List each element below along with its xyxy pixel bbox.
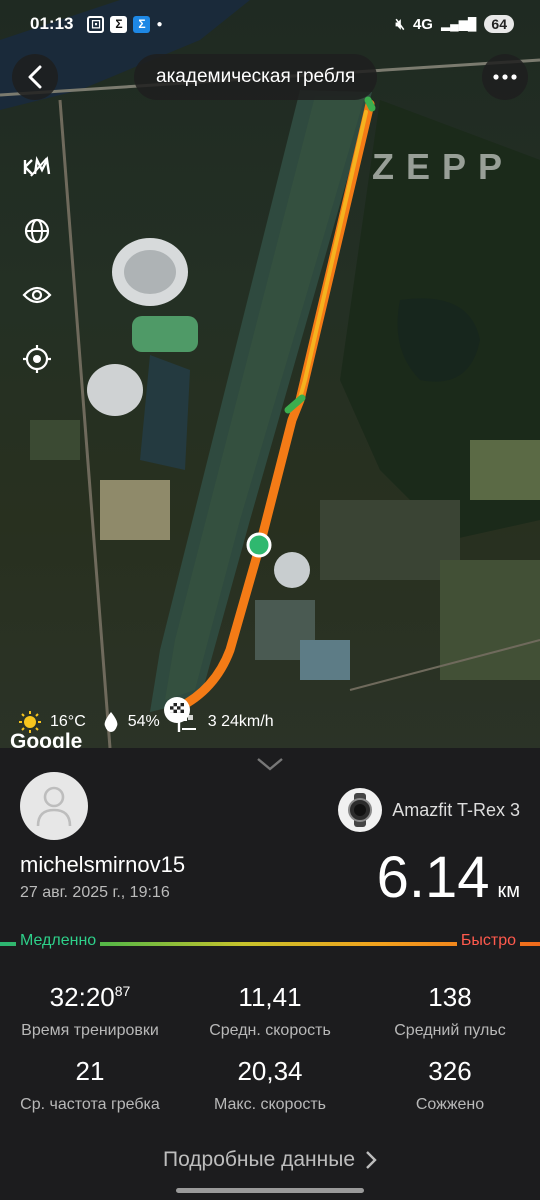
chevron-down-icon [257,758,283,771]
network-type: 4G [412,15,433,33]
status-bar: 01:13 ⊡ Σ Σ ● 🔇︎ 4G ▂▄▆█ 64 [0,0,540,48]
back-arrow-icon [28,65,42,89]
stat-label: Ср. частота гребка [20,1096,160,1113]
mute-icon: 🔇︎ [395,15,405,33]
sigma-app-icon-2: Σ [133,15,151,33]
stat-avg-heart-rate: 138 Средний пульс [360,982,540,1040]
stat-value-hundredths: 87 [114,983,131,999]
temperature: 16°C [50,713,86,730]
wind-flag-icon [177,713,196,732]
map-type-button[interactable] [20,152,54,182]
details-link[interactable]: Подробные данные [0,1148,540,1172]
fast-label: Быстро [456,932,520,950]
wind: 3 24km/h [207,713,274,730]
slow-label: Медленно [16,932,101,950]
stat-duration: 32:2087 Время тренировки [0,982,180,1040]
stat-label: Средний пульс [394,1022,506,1039]
route-end-segment [364,96,376,112]
workout-summary-panel: Amazfit T-Rex 3 michelsmirnov15 27 авг. … [0,748,540,1200]
visibility-button[interactable] [20,280,54,310]
more-button[interactable] [482,54,528,100]
stat-value: 20,34 [237,1056,303,1086]
distance-value: 6.14 [376,845,490,910]
details-label: Подробные данные [162,1148,356,1171]
status-time: 01:13 [30,14,74,33]
stat-value: 21 [75,1056,105,1086]
signal-icon: ▂▄▆█ [440,17,477,31]
stat-label: Средн. скорость [209,1022,331,1039]
stat-label: Время тренировки [21,1022,159,1039]
user-placeholder-icon [36,786,72,827]
start-marker [246,532,272,558]
google-attribution: Google [10,730,83,748]
stat-value: 32:20 [49,982,115,1012]
stat-avg-speed: 11,41 Средн. скорость [180,982,360,1040]
stat-value: 326 [428,1056,472,1086]
stat-value: 11,41 [238,982,302,1012]
username: michelsmirnov15 [20,852,186,877]
avatar[interactable] [20,772,88,840]
stats-grid: 32:2087 Время тренировки 11,41 Средн. ск… [0,982,540,1114]
globe-button[interactable] [20,216,54,246]
stat-label: Макс. скорость [213,1096,326,1113]
stat-stroke-rate: 21 Ср. частота гребка [0,1056,180,1114]
watch-icon [338,788,383,832]
humidity: 54% [127,713,160,730]
map-type-icon [23,156,51,177]
chevron-right-icon [366,1151,377,1169]
stat-label: Сожжено [415,1096,485,1113]
zepp-watermark: ZEPP [372,146,515,187]
stat-max-speed: 20,34 Макс. скорость [180,1056,360,1114]
locate-icon [23,345,51,373]
sigma-app-icon: Σ [110,15,128,33]
workout-title: академическая гребля [134,54,378,100]
dot-icon: ● [156,18,163,30]
humidity-icon [104,712,118,732]
back-button[interactable] [12,54,58,100]
device-name: Amazfit T-Rex 3 [392,799,520,820]
stat-calories: 326 Сожжено [360,1056,540,1114]
more-icon [493,74,517,80]
satellite-terrain [0,0,540,748]
globe-icon [24,218,50,244]
distance: 6.14 км [377,844,520,911]
stat-value: 138 [428,982,472,1012]
map-tools [20,152,54,374]
distance-unit: км [497,880,521,902]
collapse-button[interactable] [256,756,284,777]
workout-date: 27 авг. 2025 г., 19:16 [20,884,170,901]
eye-icon [22,286,52,304]
camera-icon: ⊡ [87,15,105,33]
battery-indicator: 64 [484,15,514,33]
home-indicator[interactable] [176,1188,364,1193]
locate-button[interactable] [20,344,54,374]
device-info: Amazfit T-Rex 3 [338,788,520,832]
map-view[interactable]: 01:13 ⊡ Σ Σ ● 🔇︎ 4G ▂▄▆█ 64 академическа… [0,0,540,748]
